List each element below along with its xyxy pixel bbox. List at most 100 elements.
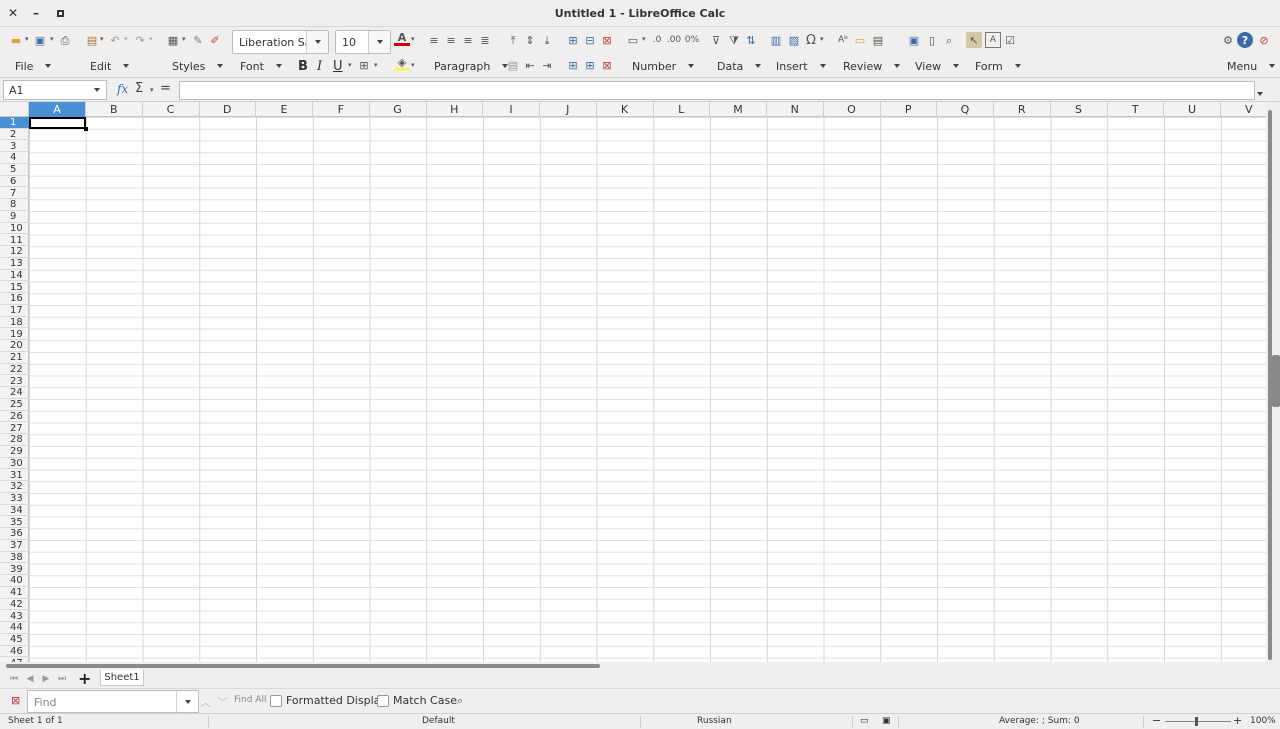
italic-button[interactable]: I [317,57,322,75]
find-next-icon[interactable]: ﹀ [217,694,228,710]
column-header[interactable]: N [767,102,824,117]
selection-mode-icon[interactable]: ▭ [860,716,869,726]
undo-dropdown-icon[interactable]: ▾ [124,35,130,43]
edit-menu-button[interactable]: Edit [90,57,130,75]
redo-icon[interactable]: ↷ [132,32,148,48]
font-menu-button[interactable]: Font [240,57,282,75]
sum-dropdown-icon[interactable]: ▾ [150,86,156,94]
row-header[interactable]: 33 [0,493,29,505]
paste-icon[interactable]: ▤ [84,32,100,48]
row-header[interactable]: 40 [0,575,29,587]
paragraph-menu-button[interactable]: Paragraph [434,57,509,75]
standard-filter-icon[interactable]: ⧩ [726,32,742,48]
add-sheet-button[interactable]: + [78,669,91,688]
zoom-level[interactable]: 100% [1250,716,1276,726]
row-header[interactable]: 10 [0,223,29,235]
row-header[interactable]: 42 [0,599,29,611]
column-header[interactable]: A [29,102,86,117]
function-wizard-icon[interactable]: fx [117,82,128,96]
font-color-icon[interactable]: A [394,32,410,46]
formula-equals-icon[interactable]: = [160,81,171,96]
row-header[interactable]: 1 [0,117,29,129]
styles-menu-button[interactable]: Styles [172,57,224,75]
zoom-in-icon[interactable]: + [1233,714,1242,727]
chart-icon[interactable]: ▥ [768,32,784,48]
main-menu-button[interactable]: Menu [1227,57,1276,75]
borders-dropdown-icon[interactable]: ▾ [374,61,380,69]
row-header[interactable]: 17 [0,305,29,317]
row-header[interactable]: 20 [0,340,29,352]
last-sheet-icon[interactable]: ⏭ [56,672,68,686]
column-header[interactable]: H [426,102,484,117]
borders-icon[interactable]: ⊞ [356,57,372,73]
form-menu-button[interactable]: Form [975,57,1021,75]
find-previous-icon[interactable]: ︿ [200,694,211,710]
highlight-icon[interactable]: ◈ [394,57,410,71]
column-header[interactable]: O [824,102,881,117]
row-header[interactable]: 37 [0,540,29,552]
find-replace-icon[interactable]: ⌕ [457,694,463,708]
number-menu-button[interactable]: Number [632,57,695,75]
document-modified-icon[interactable]: ▣ [882,716,891,726]
number-format-icon[interactable]: ▭ [625,32,641,48]
delete-decimal-icon[interactable]: .00 [666,32,682,48]
merge-center-icon[interactable]: ⊞ [565,32,581,48]
column-header[interactable]: U [1164,102,1221,117]
row-header[interactable]: 36 [0,528,29,540]
zoom-slider[interactable] [1165,721,1231,722]
maximize-icon[interactable] [50,3,70,23]
row-header[interactable]: 18 [0,317,29,329]
autofilter-icon[interactable]: ⊽ [708,32,724,48]
row-header[interactable]: 6 [0,176,29,188]
align-top-icon[interactable]: ⤒ [505,32,521,48]
increase-indent-icon[interactable]: ⇥ [539,57,555,73]
special-character-dropdown-icon[interactable]: ▾ [820,35,826,43]
row-header[interactable]: 3 [0,141,29,153]
sort-icon[interactable]: ⇅ [743,32,759,48]
row-header[interactable]: 45 [0,634,29,646]
print-icon[interactable]: ⎙ [57,32,73,48]
open-dropdown-icon[interactable]: ▾ [25,35,31,43]
row-header[interactable]: 44 [0,622,29,634]
spreadsheet-grid[interactable]: ABCDEFGHIJKLMNOPQRSTUV 1 2 3 4 5 6 7 8 9 10 11 12 13… [0,102,1266,662]
undo-icon[interactable]: ↶ [107,32,123,48]
comment-icon[interactable]: ▭ [852,32,868,48]
row-header[interactable]: 14 [0,270,29,282]
row-header[interactable]: 31 [0,470,29,482]
row-header[interactable]: 4 [0,152,29,164]
select-all-corner[interactable] [0,102,29,117]
merge-cells-icon[interactable]: ⊟ [582,32,598,48]
underline-button[interactable]: U [333,57,343,75]
delete-rows-icon[interactable]: ⊠ [599,57,615,73]
font-name-dropdown-icon[interactable] [306,31,328,53]
redo-dropdown-icon[interactable]: ▾ [149,35,155,43]
styles-dropdown-icon[interactable]: ▾ [182,35,188,43]
column-header[interactable]: G [370,102,427,117]
insert-menu-button[interactable]: Insert [776,57,826,75]
column-header[interactable]: E [256,102,313,117]
row-header[interactable]: 34 [0,505,29,517]
check-box-icon[interactable]: ☑ [1002,32,1018,48]
save-icon[interactable]: ▣ [32,32,48,48]
next-sheet-icon[interactable]: ▶ [40,672,52,686]
sidebar-collapse-handle[interactable] [1272,355,1280,407]
zoom-out-icon[interactable]: − [1152,714,1161,727]
autofill-handle[interactable] [84,127,88,131]
column-header[interactable]: V [1221,102,1266,117]
first-sheet-icon[interactable]: ⏮ [8,672,20,686]
row-header[interactable]: 16 [0,293,29,305]
insert-columns-icon[interactable]: ⊞ [582,57,598,73]
horizontal-scrollbar-thumb[interactable] [6,664,600,668]
row-header[interactable]: 19 [0,329,29,341]
select-icon[interactable]: ↖ [966,32,982,48]
unmerge-cells-icon[interactable]: ⊠ [599,32,615,48]
row-header[interactable]: 8 [0,199,29,211]
view-menu-button[interactable]: View [915,57,960,75]
row-header[interactable]: 13 [0,258,29,270]
row-header[interactable]: 29 [0,446,29,458]
styles-list-icon[interactable]: ▦ [165,32,181,48]
zoom-slider-handle[interactable] [1195,717,1198,726]
review-menu-button[interactable]: Review [843,57,901,75]
wrap-text-icon[interactable]: ▤ [505,57,521,73]
spelling-icon[interactable]: Aᵇ [835,32,851,48]
